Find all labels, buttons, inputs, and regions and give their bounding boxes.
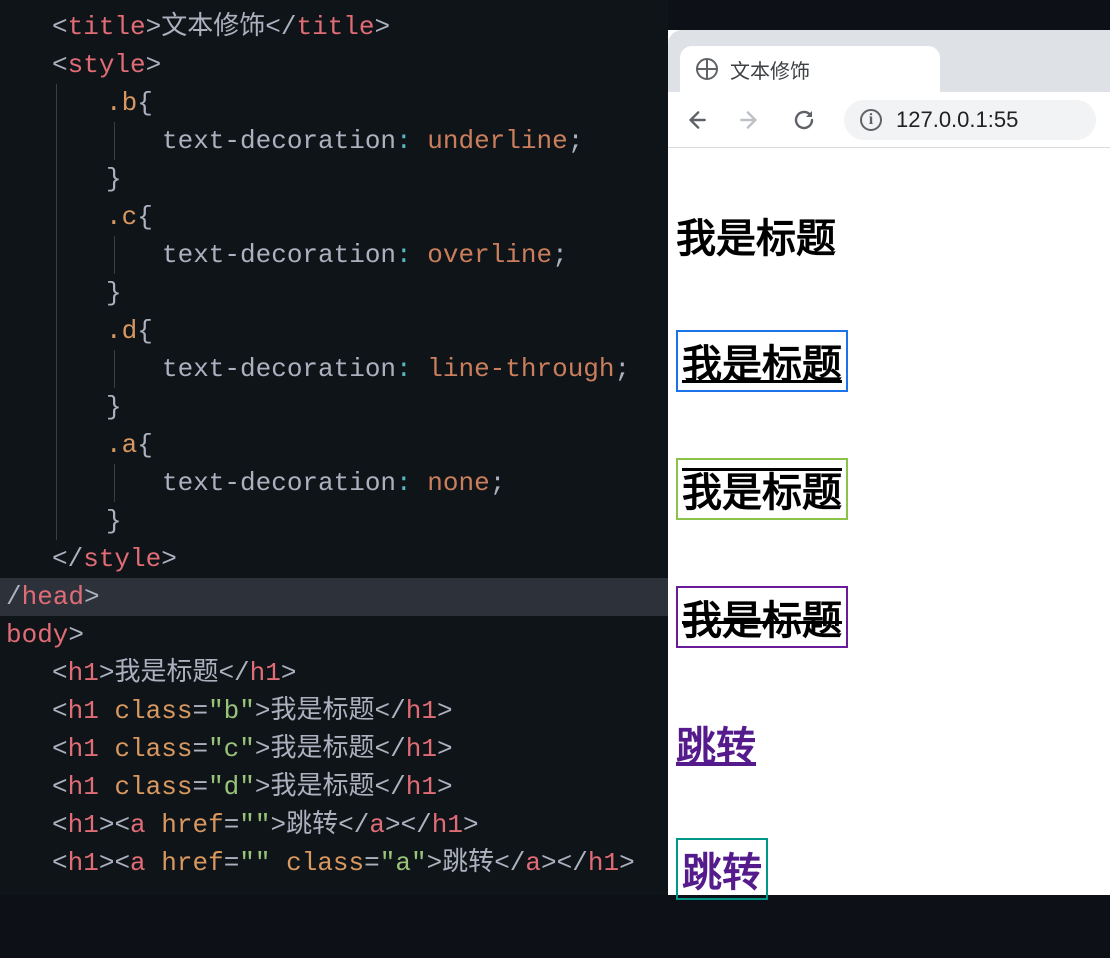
code-line: </style>: [0, 540, 668, 578]
code-line: <h1 class="d">我是标题</h1>: [0, 768, 668, 806]
code-editor[interactable]: <title>文本修饰</title> <style> .b{ text-dec…: [0, 0, 668, 895]
code-line: <title>文本修饰</title>: [0, 8, 668, 46]
code-cursor-line: /head>: [0, 578, 668, 616]
code-line: <h1 class="b">我是标题</h1>: [0, 692, 668, 730]
reload-icon: [792, 108, 816, 132]
code-line: <h1 class="c">我是标题</h1>: [0, 730, 668, 768]
heading-overline: 我是标题: [676, 458, 848, 520]
code-line: .a{: [0, 426, 668, 464]
globe-icon: [696, 58, 718, 80]
code-line: .d{: [0, 312, 668, 350]
heading-line-through: 我是标题: [676, 586, 848, 648]
page-link-1[interactable]: 跳转: [676, 725, 756, 769]
browser-window: 文本修饰 i 127.0.0.1:55 我是标题 我是标题 我是标题 我是标题 …: [668, 30, 1110, 895]
browser-tab[interactable]: 文本修饰: [680, 46, 940, 92]
page-link-2[interactable]: 跳转: [682, 851, 762, 895]
heading-link-nounder: 跳转: [676, 838, 768, 900]
code-line: text-decoration: underline;: [0, 122, 668, 160]
code-line: }: [0, 274, 668, 312]
code-line: body>: [0, 616, 668, 654]
browser-tabbar: 文本修饰: [668, 30, 1110, 92]
code-line: text-decoration: overline;: [0, 236, 668, 274]
code-line: text-decoration: none;: [0, 464, 668, 502]
rendered-page: 我是标题 我是标题 我是标题 我是标题 跳转 跳转: [668, 148, 1110, 958]
code-line: <h1><a href="">跳转</a></h1>: [0, 806, 668, 844]
code-line: text-decoration: line-through;: [0, 350, 668, 388]
address-bar[interactable]: i 127.0.0.1:55: [844, 100, 1096, 140]
heading-link-underline: 跳转: [676, 714, 756, 772]
back-button[interactable]: [682, 106, 710, 134]
browser-toolbar: i 127.0.0.1:55: [668, 92, 1110, 148]
code-line: }: [0, 388, 668, 426]
code-line: .c{: [0, 198, 668, 236]
reload-button[interactable]: [790, 106, 818, 134]
code-line: <style>: [0, 46, 668, 84]
code-line: }: [0, 502, 668, 540]
browser-tab-title: 文本修饰: [730, 55, 810, 84]
info-icon: i: [860, 109, 882, 131]
code-line: <h1><a href="" class="a">跳转</a></h1>: [0, 844, 668, 882]
back-arrow-icon: [683, 107, 709, 133]
code-line: .b{: [0, 84, 668, 122]
heading-plain: 我是标题: [676, 206, 836, 264]
code-line: <h1>我是标题</h1>: [0, 654, 668, 692]
code-line: }: [0, 160, 668, 198]
heading-underline: 我是标题: [676, 330, 848, 392]
url-text: 127.0.0.1:55: [896, 107, 1018, 133]
forward-arrow-icon: [737, 107, 763, 133]
forward-button: [736, 106, 764, 134]
